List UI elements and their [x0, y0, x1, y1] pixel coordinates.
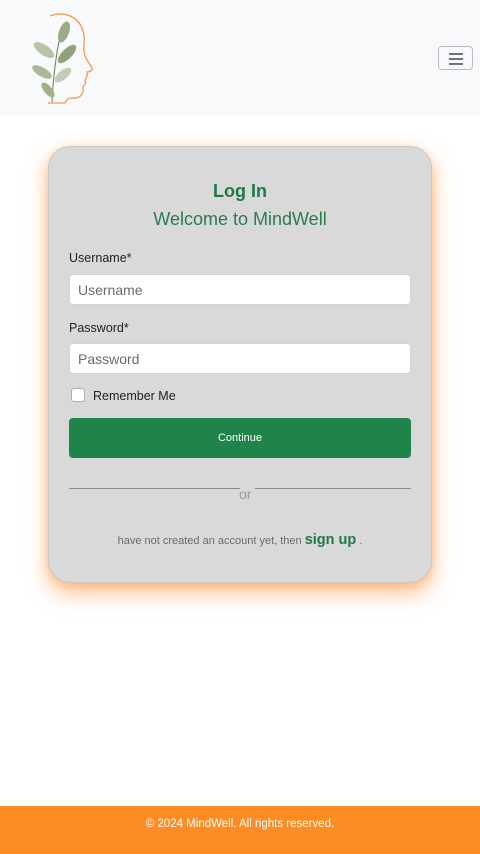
leaf-icon: [57, 21, 71, 43]
login-title: Log In: [213, 181, 267, 201]
login-card: Log In Welcome to MindWell Username* Pas…: [48, 146, 432, 583]
navbar: [0, 0, 480, 116]
divider-right: [255, 488, 411, 489]
signup-prompt: have not created an account yet, then si…: [49, 532, 431, 548]
hamburger-menu-icon: [449, 53, 463, 55]
leaf-icon: [41, 82, 55, 98]
divider-or-text: or: [239, 486, 252, 502]
signup-prompt-text: have not created an account yet, then: [117, 535, 302, 547]
continue-button[interactable]: Continue: [69, 418, 411, 458]
remember-me-checkbox[interactable]: [71, 388, 85, 402]
signup-suffix: .: [359, 535, 363, 547]
divider-left: [69, 488, 240, 489]
face-outline: [48, 13, 93, 104]
username-label: Username*: [69, 251, 132, 265]
username-input[interactable]: [69, 274, 411, 305]
welcome-subtitle: Welcome to MindWell: [153, 209, 327, 229]
footer: © 2024 MindWell. All rights reserved.: [0, 806, 480, 854]
copyright-text: © 2024 MindWell. All rights reserved.: [145, 818, 335, 830]
leaf-icon: [33, 41, 55, 59]
leaf-icon: [32, 65, 52, 79]
leaf-icon: [54, 67, 72, 83]
remember-me-label[interactable]: Remember Me: [93, 389, 176, 403]
password-label: Password*: [69, 321, 129, 335]
mindwell-logo[interactable]: [22, 10, 98, 106]
signup-link[interactable]: sign up: [305, 532, 357, 548]
hamburger-menu-button[interactable]: [438, 46, 473, 70]
password-input[interactable]: [69, 343, 411, 374]
